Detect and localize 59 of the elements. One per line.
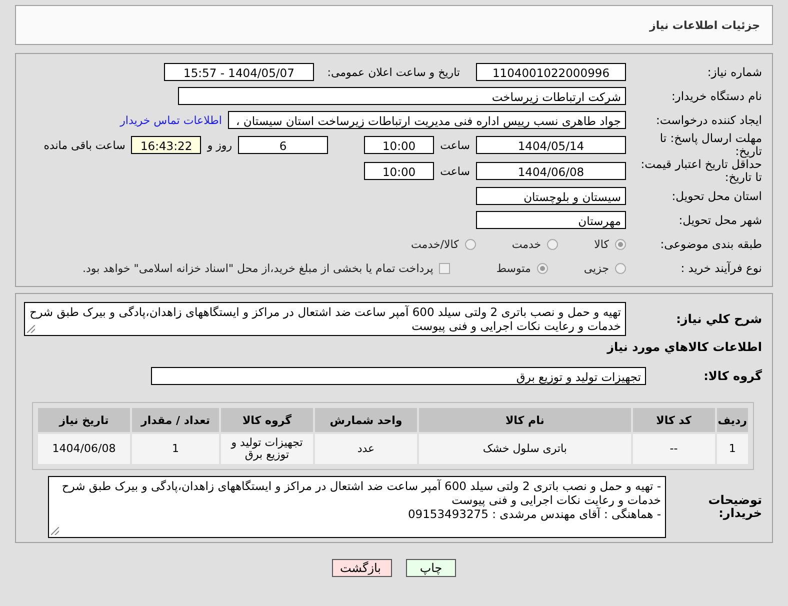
description-field: تهیه و حمل و نصب باتری 2 ولتی سیلد 600 آمپر ساعت ضد اشتعال در مراکز و ایستگاههای زاهدان،پادگی و بیرک طبق شرح خدمات و رعایت نکات اجرایی و فنی پیوست	[24, 302, 626, 336]
column-header: تعداد / مقدار	[132, 408, 219, 432]
field-label: ساعت	[440, 164, 470, 178]
buyer-field: شرکت ارتباطات زیرساخت	[178, 87, 626, 105]
resize-grip-icon	[27, 325, 35, 333]
field-label: نوع فرآیند خرید :	[680, 262, 762, 274]
table-cell: تجهیزات تولید و توزیع برق	[221, 434, 313, 464]
province-field: سیستان و بلوچستان	[476, 187, 626, 205]
category-radio[interactable]: کالا/خدمت	[411, 238, 476, 250]
field-label: توضیحات خریدار:	[707, 494, 762, 520]
field-label: استان محل تحویل:	[670, 190, 762, 202]
category-radio[interactable]: خدمت	[512, 238, 558, 250]
field-label: شرح کلي نياز:	[675, 312, 762, 326]
column-header: تاریخ نیاز	[38, 408, 130, 432]
column-header: ردیف	[716, 408, 748, 432]
field-label: ساعت	[440, 138, 470, 152]
announce-date-field: 1404/05/07 - 15:57	[164, 63, 314, 81]
resize-grip-icon	[51, 527, 59, 535]
column-header: گروه کالا	[221, 408, 313, 432]
remaining-time-field: 16:43:22	[131, 136, 202, 154]
back-button[interactable]: بازگشت	[332, 559, 392, 577]
time-field: 10:00	[364, 162, 434, 180]
days-field: 6	[238, 136, 328, 154]
field-label: طبقه بندی موضوعی:	[659, 238, 762, 250]
field-label: تاریخ و ساعت اعلان عمومی:	[326, 66, 460, 78]
column-header: نام کالا	[419, 408, 631, 432]
date-field: 1404/06/08	[476, 162, 626, 180]
need-number-field: 1104001022000996	[476, 63, 626, 81]
buyer-notes-field: - تهیه و حمل و نصب باتری 2 ولتی سیلد 600 آمپر ساعت ضد اشتعال در مراکز و ایستگاههای زاهدان،پادگی و بیرک طبق شرح خدمات و رعایت نکات اجرایی و فنی پیوست - هماهنگی : آقای مهندس مرشدی : 09153493275	[48, 476, 666, 538]
field-label: نام دستگاه خریدار:	[670, 90, 762, 102]
contact-link[interactable]: اطلاعات تماس خریدار	[120, 114, 222, 126]
process-radio[interactable]: متوسط	[496, 262, 548, 274]
column-header: کد کالا	[632, 408, 715, 432]
column-header: واحد شمارش	[315, 408, 417, 432]
field-label: شماره نیاز:	[706, 66, 762, 78]
print-button[interactable]: چاپ	[406, 559, 456, 577]
field-label: ایجاد کننده درخواست:	[655, 114, 762, 126]
table-cell: --	[632, 434, 715, 464]
category-radio[interactable]: کالا	[594, 238, 626, 250]
table-cell: 1	[716, 434, 748, 464]
table-cell: عدد	[315, 434, 417, 464]
payment-checkbox[interactable]: پرداخت تمام یا بخشی از مبلغ خرید،از محل "اسناد خزانه اسلامی" خواهد بود.	[82, 262, 450, 274]
time-field: 10:00	[364, 136, 434, 154]
section-title: اطلاعات کالاهاي مورد نياز	[606, 340, 762, 354]
field-label: شهر محل تحویل:	[678, 214, 762, 226]
field-label: مهلت ارسال پاسخ: تا تاریخ:	[658, 132, 762, 158]
table-cell: 1	[132, 434, 219, 464]
creator-field: جواد طاهری نسب رییس اداره فنی مدیریت ارتباطات زیرساخت استان سیستان ،	[228, 111, 626, 129]
table-cell: باتری سلول خشک	[419, 434, 631, 464]
field-label: ساعت باقی مانده	[44, 138, 126, 152]
goods-group-field: تجهیزات تولید و توزیع برق	[151, 367, 646, 385]
field-label: روز و	[207, 138, 232, 152]
city-field: مهرستان	[476, 211, 626, 229]
date-field: 1404/05/14	[476, 136, 626, 154]
process-radio[interactable]: جزیی	[584, 262, 626, 274]
field-label: حداقل تاریخ اعتبار قیمت: تا تاریخ:	[640, 158, 762, 184]
table-cell: 1404/06/08	[38, 434, 130, 464]
field-label: گروه کالا:	[702, 370, 762, 382]
page-title: جزئیات اطلاعات نیاز	[650, 18, 760, 32]
